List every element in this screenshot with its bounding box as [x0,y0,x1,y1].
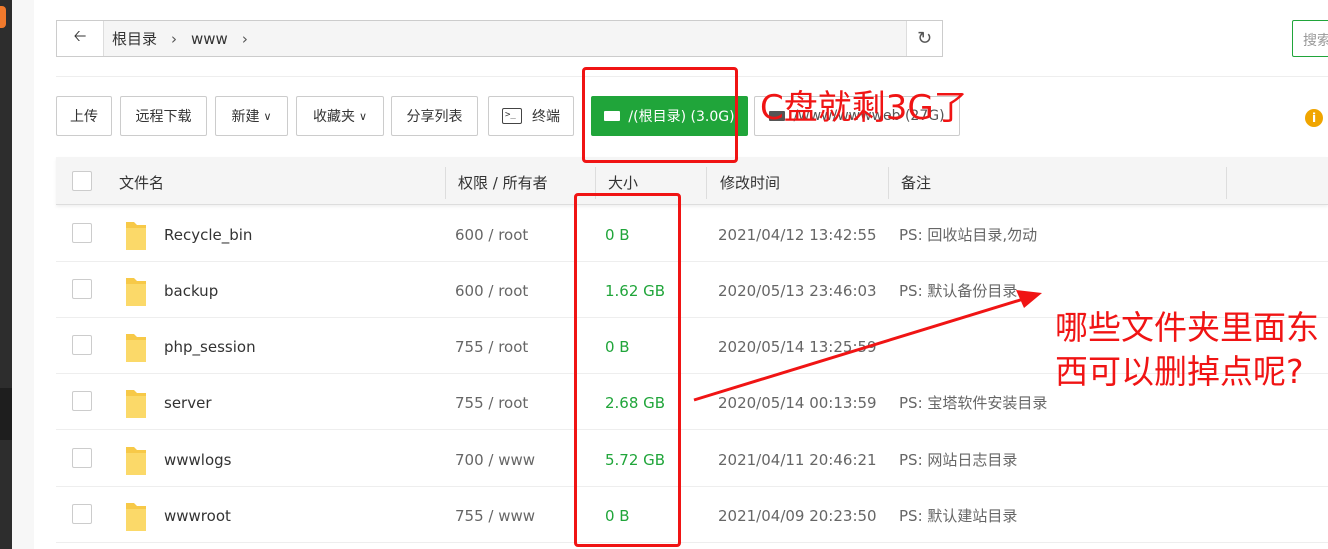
share-list-button[interactable]: 分享列表 [391,96,478,136]
file-perm[interactable]: 755 / root [455,318,528,374]
breadcrumb-root[interactable]: 根目录 [112,28,157,49]
header-mtime[interactable]: 修改时间 [720,157,780,205]
folder-icon [126,447,146,475]
file-perm[interactable]: 700 / www [455,431,535,487]
breadcrumb: 根目录 › www › [104,28,906,49]
header-name[interactable]: 文件名 [119,157,164,205]
row-checkbox[interactable] [72,504,92,524]
annotation-line: 西可以删掉点呢? [1055,352,1304,391]
row-checkbox[interactable] [72,223,92,243]
file-mtime: 2021/04/12 13:42:55 [718,226,877,244]
file-name[interactable]: Recycle_bin [164,206,252,262]
annotation-box-sizes [574,193,681,547]
file-mtime: 2021/04/09 20:23:50 [718,507,877,525]
terminal-label: 终端 [532,109,560,125]
annotation-box-disk [582,67,738,163]
folder-icon [126,278,146,306]
breadcrumb-www[interactable]: www [191,30,228,48]
row-checkbox[interactable] [72,335,92,355]
row-checkbox[interactable] [72,448,92,468]
arrow-left-icon: 🡠 [73,26,87,45]
folder-icon [126,222,146,250]
sidebar-active-marker [0,6,6,28]
remote-download-label: 远程下载 [135,109,192,125]
path-bar: 🡠 根目录 › www › ↻ [56,20,943,57]
back-button[interactable]: 🡠 [57,21,104,56]
file-perm[interactable]: 600 / root [455,262,528,318]
folder-icon [126,390,146,418]
header-perm[interactable]: 权限 / 所有者 [458,157,548,205]
folder-icon [126,334,146,362]
column-divider [706,167,707,199]
sidebar-dark-strip [0,0,12,549]
terminal-icon: >_ [502,108,522,124]
folder-icon [126,503,146,531]
file-note[interactable]: PS: 宝塔软件安装目录 [899,374,1047,430]
upload-button[interactable]: 上传 [56,96,112,136]
table-row[interactable]: Recycle_bin 600 / root 0 B 2021/04/12 13… [56,206,1328,262]
file-name[interactable]: server [164,374,211,430]
left-sidebar [0,0,34,549]
file-name[interactable]: backup [164,262,218,318]
terminal-button[interactable]: >_ 终端 [488,96,574,136]
file-note[interactable]: PS: 回收站目录,勿动 [899,206,1037,262]
new-button[interactable]: 新建 ∨ [215,96,288,136]
file-note[interactable]: PS: 网站日志目录 [899,431,1017,487]
file-perm[interactable]: 755 / www [455,487,535,543]
favorites-label: 收藏夹 [312,109,355,125]
file-perm[interactable]: 600 / root [455,206,528,262]
column-divider [1226,167,1227,199]
file-name[interactable]: wwwlogs [164,431,232,487]
search-input[interactable]: 搜索 [1292,20,1328,57]
file-name[interactable]: wwwroot [164,487,231,543]
file-note[interactable]: PS: 默认建站目录 [899,487,1017,543]
file-mtime: 2020/05/13 23:46:03 [718,282,877,300]
select-all-checkbox[interactable] [72,171,92,191]
annotation-text-question: 哪些文件夹里面东 西可以删掉点呢? [1055,306,1319,394]
file-mtime: 2021/04/11 20:46:21 [718,451,877,469]
row-checkbox[interactable] [72,391,92,411]
header-note: 备注 [901,174,932,192]
chevron-right-icon: › [241,29,248,48]
file-name[interactable]: php_session [164,318,256,374]
refresh-button[interactable]: ↻ [906,21,942,56]
row-checkbox[interactable] [72,279,92,299]
table-row[interactable]: wwwlogs 700 / www 5.72 GB 2021/04/11 20:… [56,431,1328,487]
file-perm[interactable]: 755 / root [455,374,528,430]
new-label: 新建 [231,109,260,125]
table-row[interactable]: wwwroot 755 / www 0 B 2021/04/09 20:23:5… [56,487,1328,543]
sidebar-highlight [0,388,12,440]
column-divider [888,167,889,199]
share-list-label: 分享列表 [406,109,463,125]
info-icon[interactable]: i [1305,109,1323,127]
annotation-text-disk: C盘就剩3G了 [760,88,968,128]
file-mtime: 2020/05/14 13:25:59 [718,338,877,356]
file-mtime: 2020/05/14 00:13:59 [718,394,877,412]
remote-download-button[interactable]: 远程下载 [120,96,207,136]
annotation-line: 哪些文件夹里面东 [1055,308,1319,347]
chevron-down-icon: ∨ [358,109,368,123]
table-header: 文件名 权限 / 所有者 大小 修改时间 备注 [56,157,1328,205]
upload-label: 上传 [70,109,98,125]
chevron-down-icon: ∨ [263,109,272,123]
favorites-button[interactable]: 收藏夹 ∨ [296,96,384,136]
file-note[interactable]: PS: 默认备份目录 [899,262,1017,318]
refresh-icon: ↻ [916,28,933,49]
chevron-right-icon: › [171,29,178,48]
column-divider [445,167,446,199]
